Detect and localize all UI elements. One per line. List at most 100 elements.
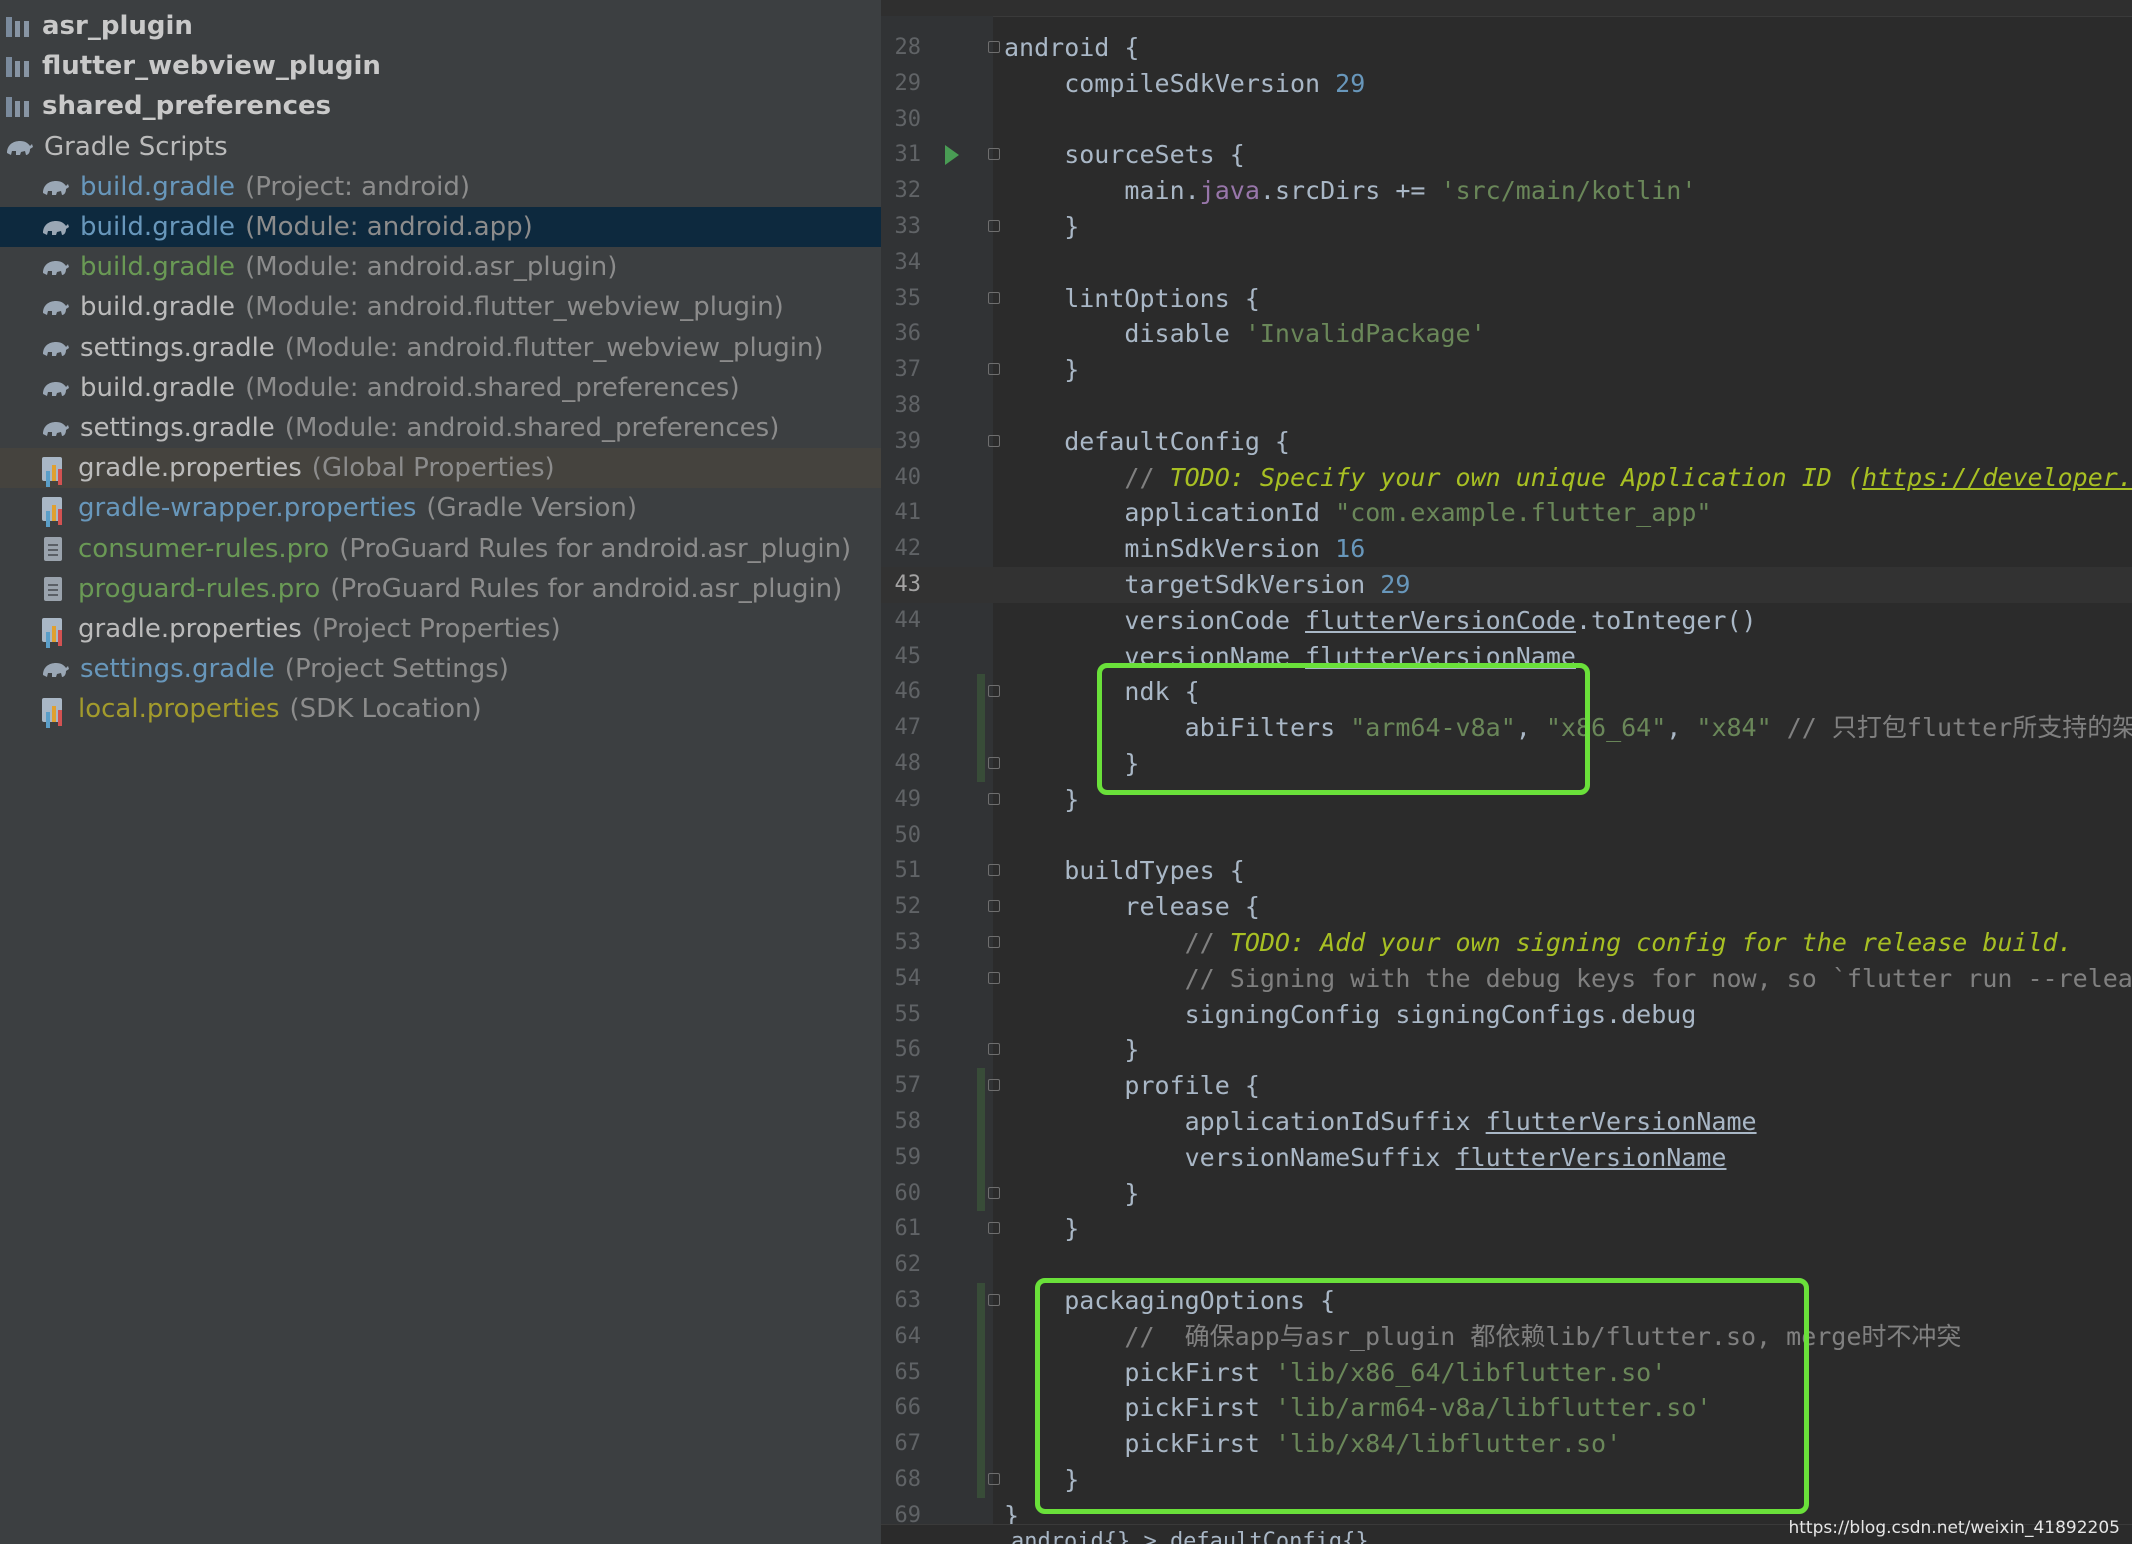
run-gutter-icon[interactable] <box>945 145 959 166</box>
code-line[interactable]: 66 pickFirst 'lib/arm64-v8a/libflutter.s… <box>881 1390 2132 1426</box>
line-number: 30 <box>894 106 922 132</box>
fold-marker-icon[interactable] <box>986 41 1000 55</box>
gradle-elephant-icon <box>4 134 34 160</box>
tree-item-gradle-scripts[interactable]: Gradle Scripts <box>0 127 881 167</box>
tree-item-build-gradle[interactable]: build.gradle (Module: android.flutter_web… <box>0 287 881 327</box>
fold-marker-icon[interactable] <box>986 864 1000 878</box>
fold-marker-icon[interactable] <box>986 757 1000 771</box>
tree-item-asr-plugin[interactable]: asr_plugin <box>0 6 881 46</box>
gradle-elephant-icon <box>40 375 70 401</box>
fold-marker-icon[interactable] <box>986 936 1000 950</box>
code-line[interactable]: 41 applicationId "com.example.flutter_ap… <box>881 495 2132 531</box>
code-line[interactable]: 53 // TODO: Add your own signing config … <box>881 925 2132 961</box>
code-line[interactable]: 39 defaultConfig { <box>881 424 2132 460</box>
code-line[interactable]: 37 } <box>881 352 2132 388</box>
fold-marker-icon[interactable] <box>986 434 1000 449</box>
code-line[interactable]: 44 versionCode flutterVersionCode.toInte… <box>881 603 2132 639</box>
code-line[interactable]: 64 // 确保app与asr_plugin 都依赖lib/flutter.so… <box>881 1319 2132 1355</box>
line-number: 28 <box>894 35 922 60</box>
fold-marker-icon[interactable] <box>986 1079 1000 1093</box>
tree-item-flutter-webview-plugin[interactable]: flutter_webview_plugin <box>0 46 881 86</box>
tree-item-consumer-rules-pro[interactable]: consumer-rules.pro (ProGuard Rules for an… <box>0 529 881 569</box>
fold-marker-icon[interactable] <box>986 971 1000 986</box>
fold-marker-icon[interactable] <box>986 363 1000 377</box>
code-line[interactable]: 59 versionNameSuffix flutterVersionName <box>881 1140 2132 1176</box>
line-number: 33 <box>894 214 922 239</box>
fold-marker-icon[interactable] <box>986 291 1000 306</box>
fold-marker-icon[interactable] <box>986 1186 1000 1201</box>
tree-item-hint: (Module: android.shared_preferences) <box>245 372 740 403</box>
tree-item-proguard-rules-pro[interactable]: proguard-rules.pro (ProGuard Rules for an… <box>0 569 881 609</box>
code-line[interactable]: 35 lintOptions { <box>881 281 2132 317</box>
breadcrumb-text[interactable]: android{} > defaultConfig{} <box>1011 1529 1369 1544</box>
library-icon <box>4 93 32 119</box>
tree-item-build-gradle[interactable]: build.gradle (Module: android.asr_plugin) <box>0 247 881 287</box>
line-number: 53 <box>894 930 922 955</box>
tree-item-settings-gradle[interactable]: settings.gradle (Project Settings) <box>0 649 881 689</box>
code-text: versionCode flutterVersionCode.toInteger… <box>1004 605 1757 635</box>
code-line[interactable]: 36 disable 'InvalidPackage' <box>881 316 2132 352</box>
tree-item-shared-preferences[interactable]: shared_preferences <box>0 86 881 126</box>
code-line[interactable]: 50 <box>881 818 2132 854</box>
fold-marker-icon[interactable] <box>986 1294 1000 1308</box>
tree-item-local-properties[interactable]: local.properties (SDK Location) <box>0 689 881 729</box>
line-number: 60 <box>894 1180 922 1206</box>
code-line[interactable]: 43 targetSdkVersion 29 <box>881 567 2132 603</box>
tree-item-build-gradle[interactable]: build.gradle (Module: android.shared_pref… <box>0 368 881 408</box>
fold-marker-icon[interactable] <box>986 1473 1000 1487</box>
code-line[interactable]: 56 } <box>881 1032 2132 1068</box>
code-text: minSdkVersion 16 <box>1004 534 1366 564</box>
tree-item-name: shared_preferences <box>42 91 332 122</box>
code-line[interactable]: 47 abiFilters "arm64-v8a", "x86_64", "x8… <box>881 710 2132 746</box>
code-line[interactable]: 48 } <box>881 746 2132 782</box>
code-line[interactable]: 60 } <box>881 1176 2132 1212</box>
tree-item-build-gradle[interactable]: build.gradle (Project: android) <box>0 167 881 207</box>
code-line[interactable]: 49 } <box>881 782 2132 818</box>
code-line[interactable]: 40 // TODO: Specify your own unique Appl… <box>881 460 2132 496</box>
tree-item-settings-gradle[interactable]: settings.gradle (Module: android.shared_p… <box>0 408 881 448</box>
line-number: 35 <box>894 285 922 311</box>
code-line[interactable]: 30 <box>881 102 2132 138</box>
code-line[interactable]: 68 } <box>881 1462 2132 1498</box>
code-line[interactable]: 63 packagingOptions { <box>881 1283 2132 1319</box>
fold-marker-icon[interactable] <box>986 148 1000 162</box>
code-line[interactable]: 46 ndk { <box>881 674 2132 710</box>
line-number: 40 <box>894 464 922 490</box>
code-line[interactable]: 34 <box>881 245 2132 281</box>
code-line[interactable]: 33 } <box>881 209 2132 245</box>
code-line[interactable]: 54 // Signing with the debug keys for no… <box>881 961 2132 997</box>
code-line[interactable]: 62 <box>881 1247 2132 1283</box>
code-line[interactable]: 51 buildTypes { <box>881 853 2132 889</box>
tree-item-name: build.gradle <box>80 171 236 202</box>
tree-item-build-gradle[interactable]: build.gradle (Module: android.app) <box>0 207 881 247</box>
code-line[interactable]: 65 pickFirst 'lib/x86_64/libflutter.so' <box>881 1355 2132 1391</box>
code-line[interactable]: 32 main.java.srcDirs += 'src/main/kotlin… <box>881 173 2132 209</box>
code-line[interactable]: 45 versionName flutterVersionName <box>881 639 2132 675</box>
code-line[interactable]: 31 sourceSets { <box>881 137 2132 173</box>
code-line[interactable]: 58 applicationIdSuffix flutterVersionNam… <box>881 1104 2132 1140</box>
tree-item-gradle-properties[interactable]: gradle.properties (Project Properties) <box>0 609 881 649</box>
tree-item-name: build.gradle <box>80 212 236 242</box>
code-line[interactable]: 55 signingConfig signingConfigs.debug <box>881 997 2132 1033</box>
code-line[interactable]: 57 profile { <box>881 1068 2132 1104</box>
code-line[interactable]: 67 pickFirst 'lib/x84/libflutter.so' <box>881 1426 2132 1462</box>
tree-item-gradle-properties[interactable]: gradle.properties (Global Properties) <box>0 448 881 489</box>
code-editor[interactable]: 28 android {29 compileSdkVersion 29 30 31 s… <box>881 0 2132 1544</box>
fold-marker-icon[interactable] <box>986 220 1000 234</box>
line-number: 39 <box>894 428 922 454</box>
tree-item-hint: (ProGuard Rules for android.asr_plugin) <box>330 573 843 604</box>
code-line[interactable]: 52 release { <box>881 889 2132 925</box>
tree-item-gradle-wrapper-properties[interactable]: gradle-wrapper.properties (Gradle Version… <box>0 488 881 528</box>
code-line[interactable]: 29 compileSdkVersion 29 <box>881 66 2132 102</box>
tree-item-settings-gradle[interactable]: settings.gradle (Module: android.flutter_… <box>0 328 881 368</box>
fold-marker-icon[interactable] <box>986 792 1000 807</box>
fold-marker-icon[interactable] <box>986 685 1000 699</box>
fold-marker-icon[interactable] <box>986 1222 1000 1236</box>
tree-item-name: local.properties <box>78 694 280 725</box>
code-line[interactable]: 28 android { <box>881 30 2132 66</box>
code-line[interactable]: 42 minSdkVersion 16 <box>881 531 2132 567</box>
code-line[interactable]: 38 <box>881 388 2132 424</box>
fold-marker-icon[interactable] <box>986 900 1000 914</box>
fold-marker-icon[interactable] <box>986 1043 1000 1057</box>
code-line[interactable]: 61 } <box>881 1211 2132 1247</box>
